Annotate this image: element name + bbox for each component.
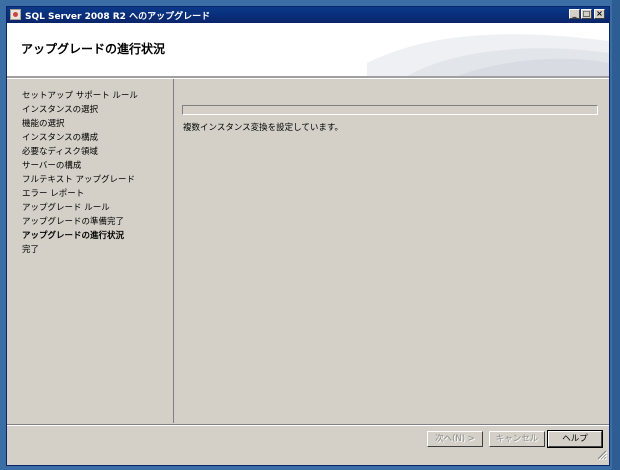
upgrade-progress-bar bbox=[182, 105, 598, 115]
desktop-background-right bbox=[612, 0, 620, 470]
cancel-button[interactable]: キャンセル bbox=[489, 431, 545, 447]
step-ready-to-upgrade[interactable]: アップグレードの準備完了 bbox=[22, 215, 124, 227]
step-fulltext-upgrade[interactable]: フルテキスト アップグレード bbox=[22, 173, 135, 185]
page-title: アップグレードの進行状況 bbox=[21, 42, 166, 56]
step-server-configuration[interactable]: サーバーの構成 bbox=[22, 159, 81, 171]
footer-divider bbox=[7, 424, 609, 426]
setup-window: SQL Server 2008 R2 へのアップグレード _ □ × アップグレ… bbox=[6, 6, 610, 466]
sql-server-app-icon bbox=[10, 9, 21, 20]
resize-grip-icon[interactable] bbox=[597, 450, 607, 460]
step-setup-support-rules[interactable]: セットアップ サポート ルール bbox=[22, 89, 138, 101]
step-upgrade-rules[interactable]: アップグレード ルール bbox=[22, 201, 110, 213]
status-message: 複数インスタンス変換を設定しています。 bbox=[183, 123, 344, 133]
step-instance-configuration[interactable]: インスタンスの構成 bbox=[22, 131, 98, 143]
step-feature-selection[interactable]: 機能の選択 bbox=[22, 117, 65, 129]
window-title: SQL Server 2008 R2 へのアップグレード bbox=[25, 12, 211, 22]
minimize-button[interactable]: _ bbox=[569, 9, 580, 19]
step-complete[interactable]: 完了 bbox=[22, 243, 39, 255]
wizard-header: アップグレードの進行状況 bbox=[7, 23, 609, 76]
help-button[interactable]: ヘルプ bbox=[547, 430, 603, 448]
step-disk-space-requirements[interactable]: 必要なディスク領域 bbox=[22, 145, 98, 157]
header-banner-swoosh bbox=[367, 34, 609, 76]
next-button[interactable]: 次へ(N) > bbox=[427, 431, 483, 447]
title-bar[interactable]: SQL Server 2008 R2 へのアップグレード _ □ × bbox=[7, 7, 609, 23]
step-upgrade-progress[interactable]: アップグレードの進行状況 bbox=[22, 229, 124, 241]
step-instance-selection[interactable]: インスタンスの選択 bbox=[22, 103, 98, 115]
main-content: 複数インスタンス変換を設定しています。 bbox=[174, 79, 609, 423]
step-error-reporting[interactable]: エラー レポート bbox=[22, 187, 84, 199]
wizard-step-list: セットアップ サポート ルール インスタンスの選択 機能の選択 インスタンスの構… bbox=[7, 79, 174, 423]
maximize-button[interactable]: □ bbox=[581, 9, 592, 19]
close-button[interactable]: × bbox=[594, 9, 605, 19]
